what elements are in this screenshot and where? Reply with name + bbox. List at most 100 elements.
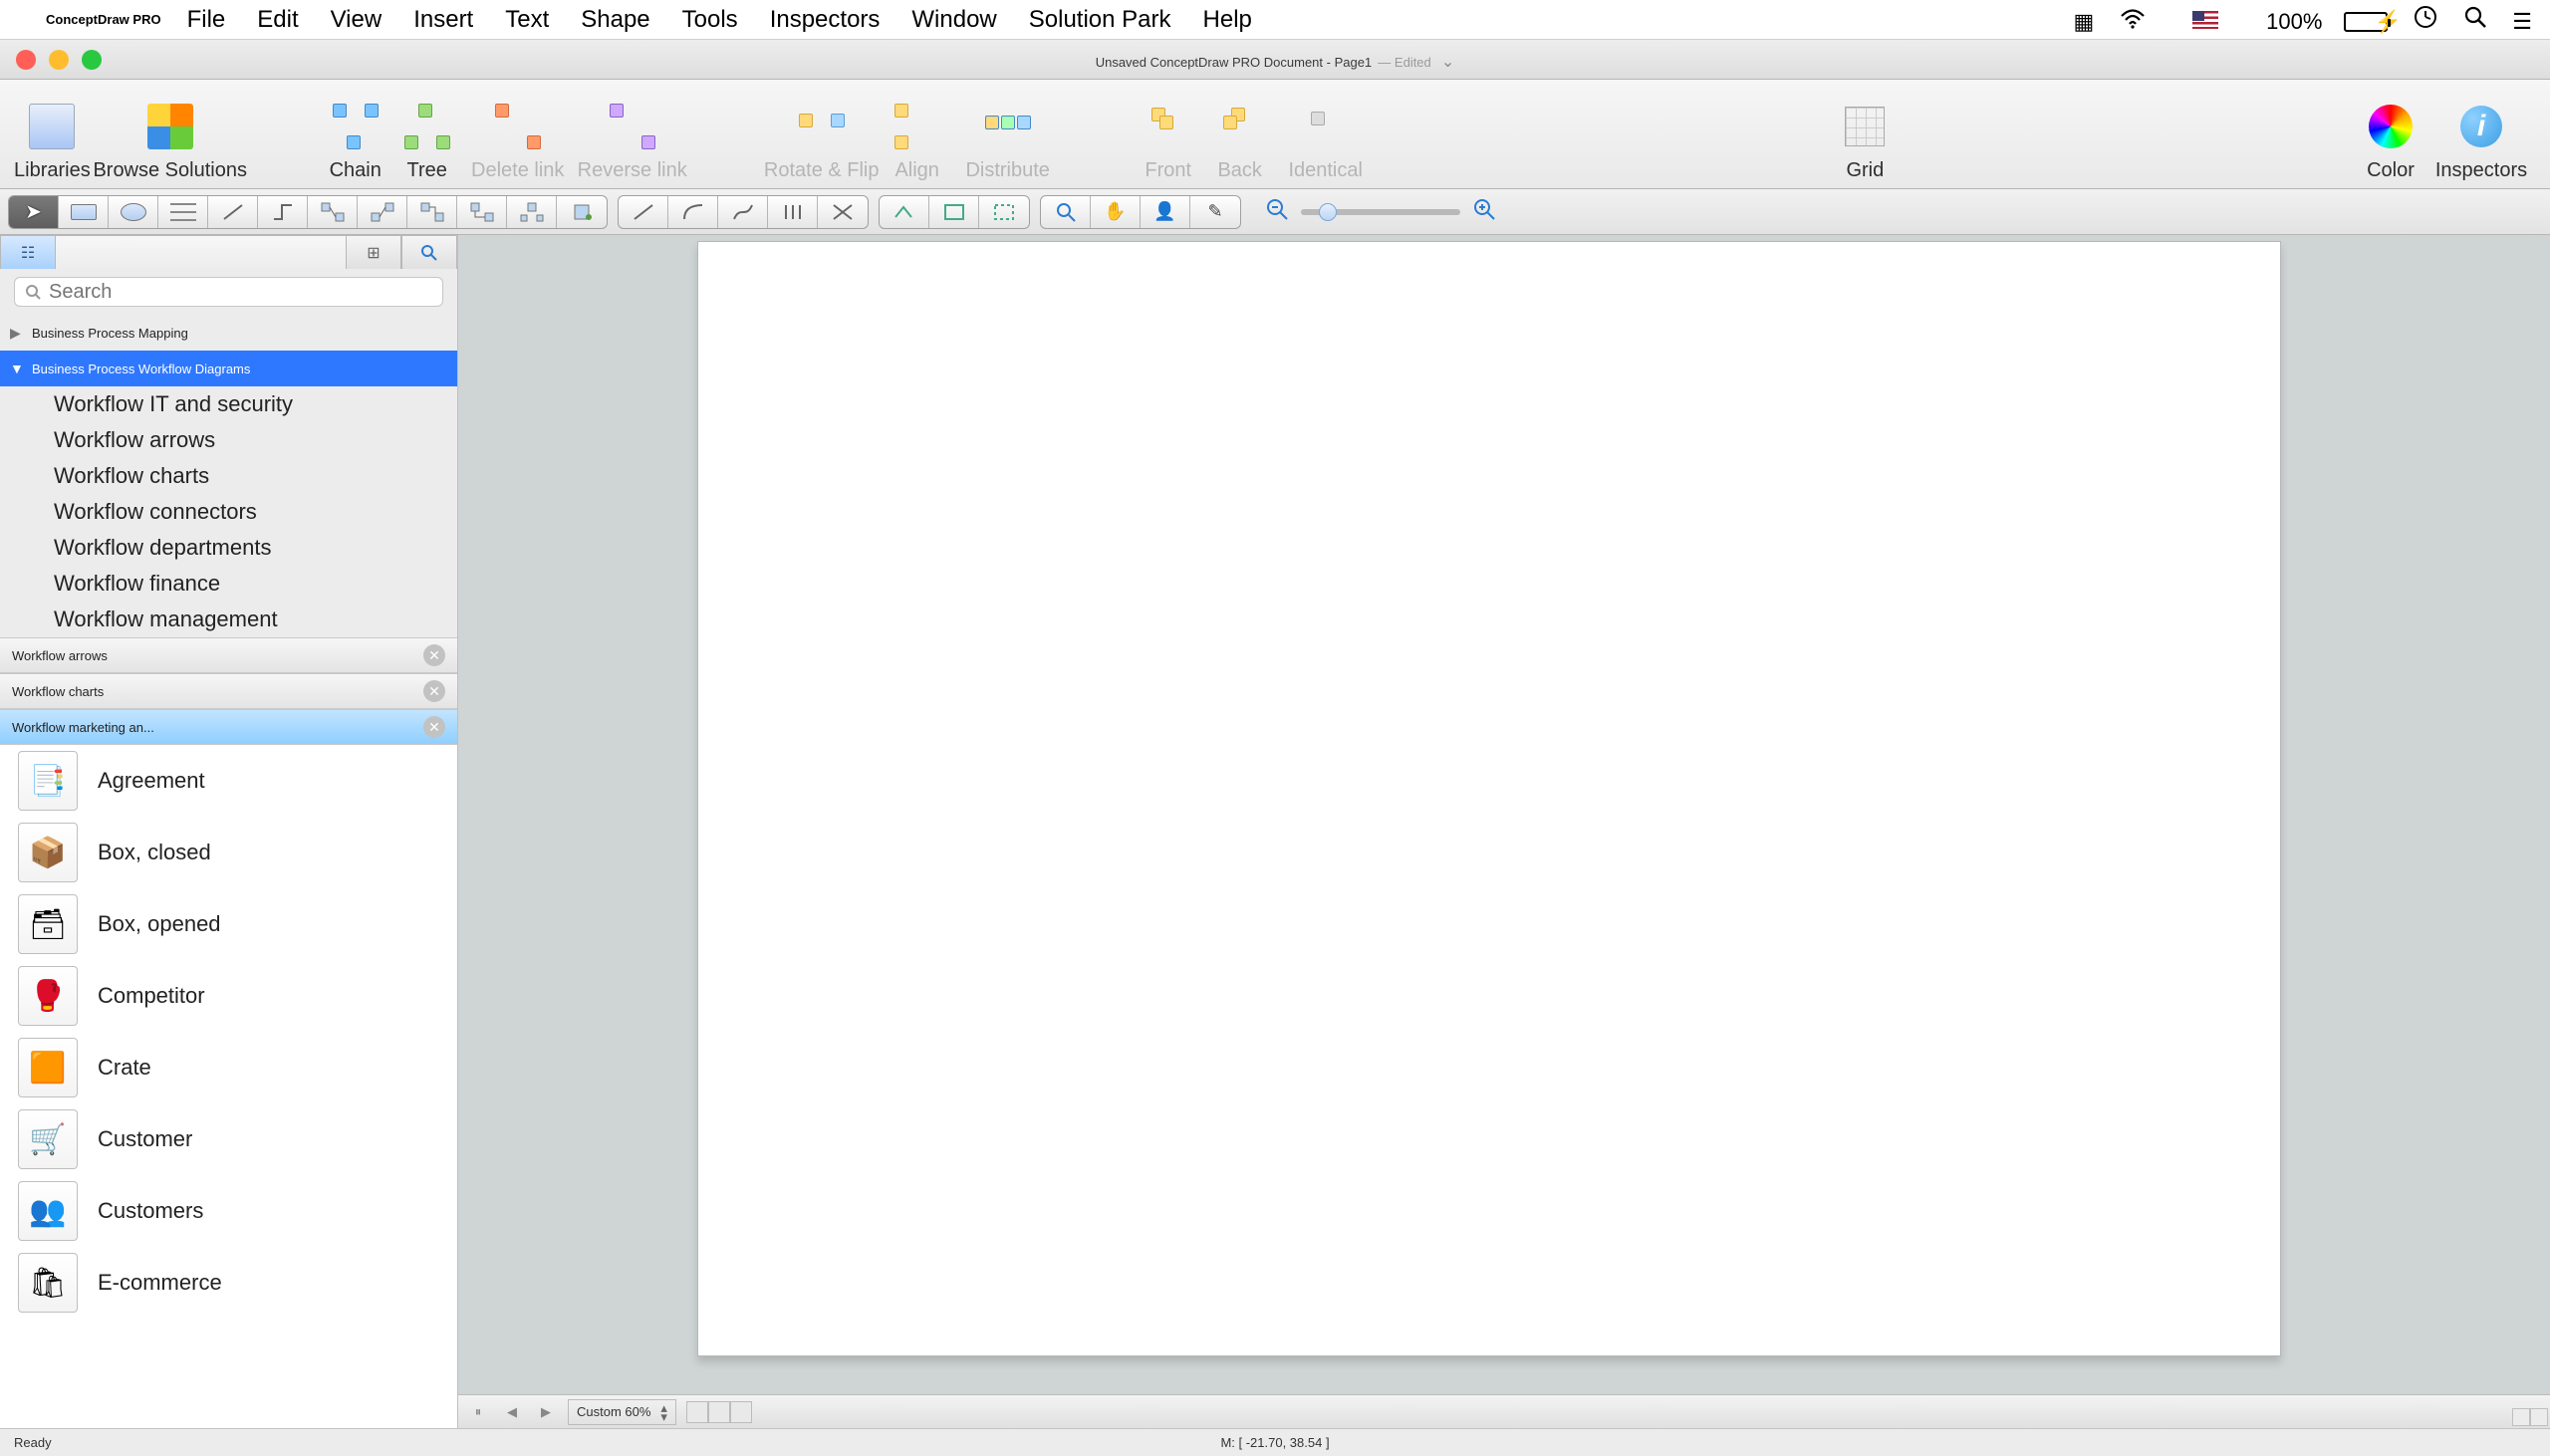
libraries-tab[interactable]: ☷ xyxy=(0,235,56,269)
chevron-down-icon[interactable]: ⌄ xyxy=(1441,54,1454,71)
zoom-select[interactable]: Custom 60% ▴▾ xyxy=(568,1399,676,1425)
connector-4[interactable] xyxy=(457,196,507,228)
pause-icon[interactable]: ⏸ xyxy=(466,1404,490,1420)
library-item[interactable]: Workflow finance xyxy=(0,566,457,602)
drop-tool[interactable]: 👤 xyxy=(1141,196,1190,228)
snap-2[interactable] xyxy=(929,196,979,228)
menu-shape[interactable]: Shape xyxy=(581,6,649,34)
library-group-2[interactable]: ▼Business Process Workflow Diagrams xyxy=(0,351,457,386)
library-item[interactable]: Workflow IT and security xyxy=(0,386,457,422)
menu-solution-park[interactable]: Solution Park xyxy=(1029,6,1171,34)
app-name[interactable]: ConceptDraw PRO xyxy=(46,12,161,27)
document-title[interactable]: Unsaved ConceptDraw PRO Document - Page1… xyxy=(1096,47,1455,73)
menu-list-icon[interactable]: ☰ xyxy=(2512,9,2532,35)
open-library-section[interactable]: Workflow charts✕ xyxy=(0,673,457,709)
menu-text[interactable]: Text xyxy=(505,6,549,34)
connector-5[interactable] xyxy=(507,196,557,228)
stencil-list[interactable]: 📑Agreement📦Box, closed🗃Box, opened🥊Compe… xyxy=(0,745,457,1428)
tree-button[interactable]: Tree xyxy=(391,87,463,182)
arc-2[interactable] xyxy=(668,196,718,228)
stencil-item[interactable]: 🟧Crate xyxy=(0,1032,457,1103)
menu-inspectors[interactable]: Inspectors xyxy=(770,6,881,34)
close-icon[interactable]: ✕ xyxy=(423,680,445,702)
window-zoom-button[interactable] xyxy=(82,50,102,70)
zoom-button[interactable] xyxy=(1041,196,1091,228)
zoom-slider[interactable] xyxy=(1301,209,1460,215)
grid-view-tab[interactable]: ⊞ xyxy=(346,235,401,269)
library-item[interactable]: Workflow arrows xyxy=(0,422,457,458)
menu-file[interactable]: File xyxy=(187,6,226,34)
wifi-icon[interactable] xyxy=(2120,9,2146,29)
open-library-section[interactable]: Workflow marketing an...✕ xyxy=(0,709,457,745)
arc-tools xyxy=(618,195,869,229)
stencil-item[interactable]: 🗃Box, opened xyxy=(0,888,457,960)
window-close-button[interactable] xyxy=(16,50,36,70)
snap-3[interactable] xyxy=(979,196,1029,228)
libraries-button[interactable]: Libraries xyxy=(14,87,91,182)
stencil-item[interactable]: 🛒Customer xyxy=(0,1103,457,1175)
spotlight-icon[interactable] xyxy=(2463,5,2487,29)
search-tab[interactable] xyxy=(401,235,457,269)
arc-3[interactable] xyxy=(718,196,768,228)
library-item[interactable]: Workflow management xyxy=(0,602,457,637)
pencil-tool[interactable]: ✎ xyxy=(1190,196,1240,228)
menu-help[interactable]: Help xyxy=(1203,6,1252,34)
library-search-input[interactable] xyxy=(14,277,443,307)
stencil-label: Customer xyxy=(98,1126,192,1152)
flag-icon[interactable] xyxy=(2170,11,2218,29)
grid-button[interactable]: Grid xyxy=(1829,87,1901,182)
menu-insert[interactable]: Insert xyxy=(413,6,473,34)
text-tool[interactable] xyxy=(158,196,208,228)
control-strip-icon[interactable]: ▦ xyxy=(2073,9,2094,35)
close-icon[interactable]: ✕ xyxy=(423,644,445,666)
arc-4[interactable] xyxy=(768,196,818,228)
color-button[interactable]: Color xyxy=(2355,87,2426,182)
ellipse-tool[interactable] xyxy=(109,196,158,228)
chain-button[interactable]: Chain xyxy=(320,87,391,182)
line-tool-2[interactable] xyxy=(258,196,308,228)
stencil-item[interactable]: 🥊Competitor xyxy=(0,960,457,1032)
zoom-out-icon[interactable] xyxy=(1265,197,1289,227)
window-minimize-button[interactable] xyxy=(49,50,69,70)
menu-tools[interactable]: Tools xyxy=(682,6,738,34)
zoom-stepper[interactable]: ▴▾ xyxy=(660,1403,667,1421)
hand-tool[interactable]: ✋ xyxy=(1091,196,1141,228)
library-item[interactable]: Workflow departments xyxy=(0,530,457,566)
stencil-thumb-icon: 🥊 xyxy=(18,966,78,1026)
corner-resize-icon[interactable] xyxy=(2512,1408,2548,1426)
snap-1[interactable] xyxy=(880,196,929,228)
stencil-item[interactable]: 📦Box, closed xyxy=(0,817,457,888)
open-library-section[interactable]: Workflow arrows✕ xyxy=(0,637,457,673)
menu-view[interactable]: View xyxy=(331,6,382,34)
line-tool-1[interactable] xyxy=(208,196,258,228)
zoom-in-icon[interactable] xyxy=(1472,197,1496,227)
arc-5[interactable] xyxy=(818,196,868,228)
stencil-item[interactable]: 📑Agreement xyxy=(0,745,457,817)
page-canvas[interactable] xyxy=(697,241,2281,1356)
page-layout-boxes[interactable] xyxy=(686,1401,752,1423)
arc-1[interactable] xyxy=(619,196,668,228)
connector-3[interactable] xyxy=(407,196,457,228)
select-tool[interactable]: ➤ xyxy=(9,196,59,228)
next-page-button[interactable]: ▶ xyxy=(534,1404,558,1420)
library-item[interactable]: Workflow charts xyxy=(0,458,457,494)
battery-status[interactable]: 100%⚡ xyxy=(2244,9,2388,35)
library-item[interactable]: Workflow connectors xyxy=(0,494,457,530)
left-panel-tabs: ☷ ⊞ xyxy=(0,235,457,269)
stencil-item[interactable]: 👥Customers xyxy=(0,1175,457,1247)
close-icon[interactable]: ✕ xyxy=(423,716,445,738)
rect-tool[interactable] xyxy=(59,196,109,228)
menu-window[interactable]: Window xyxy=(911,6,996,34)
inspectors-button[interactable]: iInspectors xyxy=(2426,87,2536,182)
connector-2[interactable] xyxy=(358,196,407,228)
canvas-area[interactable]: ⏸ ◀ ▶ Custom 60% ▴▾ xyxy=(458,235,2550,1428)
stencil-item[interactable]: 🛍E-commerce xyxy=(0,1247,457,1319)
connector-1[interactable] xyxy=(308,196,358,228)
clock-icon[interactable] xyxy=(2414,5,2437,29)
menu-edit[interactable]: Edit xyxy=(257,6,298,34)
library-group-1[interactable]: ▶Business Process Mapping xyxy=(0,315,457,351)
stencil-thumb-icon: 🟧 xyxy=(18,1038,78,1097)
stamp-tool[interactable] xyxy=(557,196,607,228)
prev-page-button[interactable]: ◀ xyxy=(500,1404,524,1420)
browse-solutions-button[interactable]: Browse Solutions xyxy=(91,87,250,182)
